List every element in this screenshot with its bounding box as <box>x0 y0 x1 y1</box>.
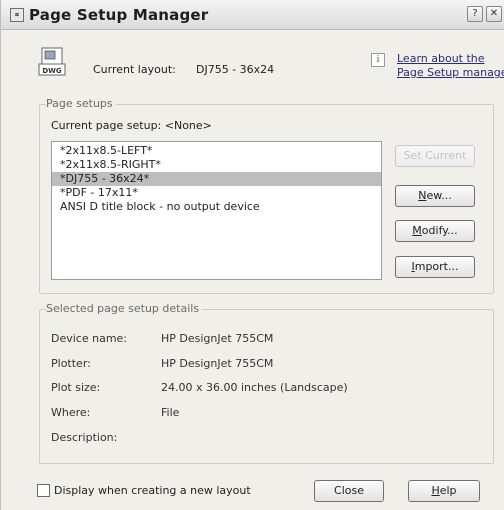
dwg-file-icon: DWG <box>38 47 66 76</box>
learn-link-line1[interactable]: Learn about the <box>397 52 504 66</box>
page-setup-item[interactable]: *2x11x8.5-LEFT* <box>52 144 381 158</box>
help-title-button[interactable]: ? <box>467 6 483 22</box>
display-on-new-layout-checkbox[interactable] <box>37 484 50 497</box>
learn-link-line2[interactable]: Page Setup manager <box>397 66 504 80</box>
where-label: Where: <box>51 406 91 419</box>
dwg-icon-label: DWG <box>42 67 62 75</box>
modify-button-accel: M <box>412 224 422 237</box>
page-setup-item[interactable]: *PDF - 17x11* <box>52 186 381 200</box>
page-setup-item[interactable]: *2x11x8.5-RIGHT* <box>52 158 381 172</box>
modify-button-label: odify... <box>421 224 458 237</box>
dialog-title: Page Setup Manager <box>29 6 209 24</box>
import-button-label: mport... <box>414 260 459 273</box>
import-button[interactable]: Import... <box>395 256 475 278</box>
details-group-label: Selected page setup details <box>46 302 203 315</box>
device-name-value: HP DesignJet 755CM <box>161 332 274 345</box>
device-name-label: Device name: <box>51 332 128 345</box>
page-setup-item[interactable]: ANSI D title block - no output device <box>52 200 381 214</box>
current-page-setup-text: Current page setup: <None> <box>51 119 212 132</box>
help-button[interactable]: Help <box>408 480 480 502</box>
description-label: Description: <box>51 431 118 444</box>
plotter-label: Plotter: <box>51 357 91 370</box>
title-bar[interactable]: ⌗ Page Setup Manager ? ✕ <box>1 0 504 30</box>
page-setup-manager-dialog: ⌗ Page Setup Manager ? ✕ DWG Current lay… <box>0 0 504 510</box>
close-title-button[interactable]: ✕ <box>486 6 502 22</box>
plotter-value: HP DesignJet 755CM <box>161 357 274 370</box>
page-setups-group-label: Page setups <box>46 97 116 110</box>
plot-size-value: 24.00 x 36.00 inches (Landscape) <box>161 381 348 394</box>
close-button[interactable]: Close <box>314 480 384 502</box>
learn-about-page-setup-link[interactable]: Learn about the Page Setup manager <box>397 52 504 80</box>
info-icon: i <box>371 53 385 67</box>
autocad-app-icon: ⌗ <box>10 8 24 22</box>
current-layout-label: Current layout: <box>93 63 176 76</box>
where-value: File <box>161 406 180 419</box>
page-setup-item-selected[interactable]: *DJ755 - 36x24* <box>52 172 381 186</box>
help-button-label: elp <box>439 484 457 497</box>
new-button[interactable]: New... <box>395 185 475 207</box>
new-button-label: ew... <box>426 189 452 202</box>
current-layout-value: DJ755 - 36x24 <box>196 63 275 76</box>
set-current-button[interactable]: Set Current <box>395 145 475 167</box>
help-button-accel: H <box>431 484 440 497</box>
modify-button[interactable]: Modify... <box>395 220 475 242</box>
display-on-new-layout-label[interactable]: Display when creating a new layout <box>54 484 251 497</box>
page-setups-list[interactable]: *2x11x8.5-LEFT* *2x11x8.5-RIGHT* *DJ755 … <box>51 141 382 280</box>
plot-size-label: Plot size: <box>51 381 101 394</box>
